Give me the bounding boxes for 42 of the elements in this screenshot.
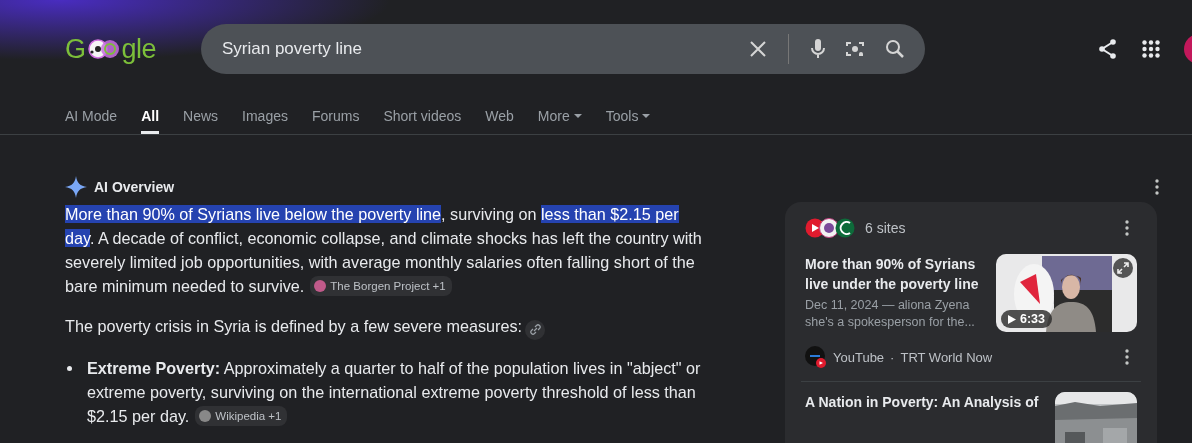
search-tab[interactable]: Web xyxy=(485,98,514,134)
search-tab[interactable]: Images xyxy=(242,98,288,134)
more-options-icon[interactable] xyxy=(1155,179,1159,195)
more-options-icon[interactable] xyxy=(1125,220,1129,236)
search-tab[interactable]: Forums xyxy=(311,98,360,134)
channel-avatar xyxy=(805,346,827,368)
soccer-ball-icon xyxy=(86,39,121,59)
search-icon[interactable] xyxy=(885,39,905,59)
channel-name: TRT World Now xyxy=(900,349,993,365)
bullet-text: Extreme Poverty: Approximately a quarter to half of the population lives in "abject" or extreme poverty, surviving on the international extreme poverty threshold of less than $2.15 per day. Wikipedia +1 xyxy=(87,357,702,428)
overview-title: AI Overview xyxy=(94,179,175,195)
intro-text: The poverty crisis in Syria is defined by a few severe measures: xyxy=(65,317,523,335)
search-tab[interactable]: News xyxy=(183,98,219,134)
sites-count[interactable]: 6 sites xyxy=(865,220,906,236)
link-icon[interactable] xyxy=(525,319,546,340)
search-tab[interactable]: AI Mode xyxy=(65,98,118,134)
search-tab[interactable]: Tools xyxy=(605,98,651,134)
source-chip[interactable]: Wikipedia +1 xyxy=(195,405,288,426)
share-icon[interactable] xyxy=(1098,39,1118,59)
source-title[interactable]: More than 90% of Syrians live under the poverty line xyxy=(805,254,984,294)
search-tab[interactable]: More xyxy=(537,98,582,134)
source-title[interactable]: A Nation in Poverty: An Analysis of xyxy=(805,392,1043,412)
source-snippet: Dec 11, 2024 — aliona Zyena she's a spokesperson for the... xyxy=(805,297,976,331)
search-tab[interactable]: Short videos xyxy=(383,98,462,134)
camera-lens-icon[interactable] xyxy=(845,39,865,59)
source-site: YouTube xyxy=(833,349,885,365)
expand-icon[interactable] xyxy=(1113,258,1133,278)
close-icon[interactable] xyxy=(750,41,766,57)
microphone-icon[interactable] xyxy=(811,38,825,60)
source-chip[interactable]: The Borgen Project +1 xyxy=(310,276,452,296)
logo-text: gle xyxy=(121,33,157,65)
duration-badge: 6:33 xyxy=(1001,310,1053,328)
search-tab[interactable]: All xyxy=(141,98,160,134)
separator-dot: · xyxy=(890,349,895,365)
logo-text: G xyxy=(65,33,86,65)
search-field[interactable]: Syrian poverty line xyxy=(201,24,925,74)
apps-grid-icon[interactable] xyxy=(1142,40,1160,58)
site-icons xyxy=(805,218,857,238)
sparkle-icon xyxy=(65,176,87,198)
search-input[interactable]: Syrian poverty line xyxy=(222,39,750,59)
more-options-icon[interactable] xyxy=(1125,349,1129,365)
bullet-icon xyxy=(67,365,72,371)
